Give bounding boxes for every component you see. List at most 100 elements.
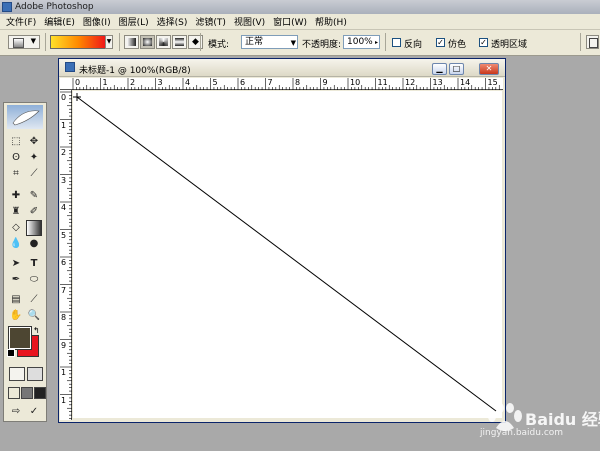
ruler-label: 1 <box>102 78 108 87</box>
minimize-icon: ▁ <box>436 64 443 73</box>
clone-stamp-icon[interactable]: ♜ <box>9 205 23 219</box>
opacity-input[interactable]: 100% ▸ <box>343 35 380 49</box>
menu-image[interactable]: 图像(I) <box>79 15 115 28</box>
close-icon: ✕ <box>485 64 493 73</box>
lasso-tool-icon[interactable]: ʘ <box>9 151 23 165</box>
ruler-label: 2 <box>61 148 67 157</box>
notes-tool-icon[interactable]: ▤ <box>9 293 23 307</box>
radial-gradient-button[interactable] <box>140 35 155 49</box>
reflected-gradient-icon <box>175 38 184 46</box>
zoom-tool-icon[interactable]: 🔍 <box>27 309 41 323</box>
horizontal-ruler[interactable]: 0 1 2 3 4 5 6 7 8 9 10 11 12 13 14 15 <box>60 78 503 90</box>
dither-label: 仿色 <box>448 40 467 50</box>
divider <box>45 33 46 51</box>
gradient-drag-line <box>76 96 497 412</box>
divider <box>200 33 201 51</box>
standard-mode-button[interactable] <box>9 367 25 381</box>
gradient-dropdown-button[interactable]: ▼ <box>105 35 113 49</box>
path-selection-icon[interactable]: ➤ <box>9 257 23 271</box>
menu-edit[interactable]: 编辑(E) <box>40 15 79 28</box>
mode-label: 模式: <box>208 40 230 50</box>
feather-logo <box>7 105 43 129</box>
screen-mode-standard-button[interactable] <box>8 387 20 399</box>
menu-help[interactable]: 帮助(H) <box>311 15 351 28</box>
menu-select[interactable]: 选择(S) <box>153 15 192 28</box>
mode-select[interactable]: 正常 ▼ <box>241 35 298 49</box>
menu-file[interactable]: 文件(F) <box>2 15 40 28</box>
ruler-label: 4 <box>61 203 67 212</box>
menu-view[interactable]: 视图(V) <box>230 15 269 28</box>
close-button[interactable]: ✕ <box>479 63 499 75</box>
swap-colors-icon[interactable]: ↰ <box>33 326 40 335</box>
menu-bar: 文件(F) 编辑(E) 图像(I) 图层(L) 选择(S) 滤镜(T) 视图(V… <box>0 14 600 30</box>
ruler-label: 13 <box>432 78 443 87</box>
chevron-right-icon: ▸ <box>374 39 378 46</box>
image-canvas[interactable] <box>73 91 502 418</box>
opacity-label: 不透明度: <box>302 40 342 50</box>
menu-window[interactable]: 窗口(W) <box>269 15 311 28</box>
crop-tool-icon[interactable]: ⌗ <box>9 167 23 181</box>
quick-mask-button[interactable] <box>27 367 43 381</box>
ruler-label: 15 <box>487 78 498 87</box>
screen-mode-full-button[interactable] <box>34 387 46 399</box>
eraser-tool-icon[interactable]: ◇ <box>9 221 23 235</box>
ruler-label: 6 <box>240 78 246 87</box>
screen-mode-full-menu-button[interactable] <box>21 387 33 399</box>
reverse-label: 反向 <box>404 40 423 50</box>
app-title-bar: Adobe Photoshop <box>0 0 600 14</box>
linear-gradient-button[interactable] <box>124 35 139 49</box>
gradient-preview[interactable] <box>50 35 106 49</box>
ruler-label: 14 <box>460 78 471 87</box>
divider <box>580 33 581 51</box>
ruler-label: 1 <box>61 395 67 405</box>
jump-to-icon[interactable]: ✓ <box>27 405 41 419</box>
healing-brush-icon[interactable]: ✚ <box>9 189 23 203</box>
angle-gradient-icon <box>159 38 168 46</box>
minimize-button[interactable]: ▁ <box>432 63 447 75</box>
angle-gradient-button[interactable] <box>156 35 171 49</box>
transparency-checkbox[interactable]: ✓ <box>479 38 488 47</box>
dodge-tool-icon[interactable]: ● <box>27 237 41 251</box>
pen-tool-icon[interactable]: ✒ <box>9 273 23 287</box>
marquee-tool-icon[interactable]: ⬚ <box>9 135 23 149</box>
dither-checkbox[interactable]: ✓ <box>436 38 445 47</box>
divider <box>385 33 386 51</box>
opacity-value: 100% <box>347 37 373 47</box>
blur-tool-icon[interactable]: 💧 <box>9 237 23 251</box>
gradient-tool-icon[interactable] <box>26 220 42 236</box>
magic-wand-icon[interactable]: ✦ <box>27 151 41 165</box>
default-colors-icon[interactable] <box>7 349 15 357</box>
history-brush-icon[interactable]: ✐ <box>27 205 41 219</box>
linear-gradient-icon <box>127 38 136 46</box>
maximize-icon: □ <box>452 64 461 73</box>
radial-gradient-icon <box>143 38 152 46</box>
crosshair-cursor-icon <box>73 93 81 101</box>
reflected-gradient-button[interactable] <box>172 35 187 49</box>
ruler-label: 8 <box>295 78 301 87</box>
slice-tool-icon[interactable]: ⟋ <box>27 167 41 181</box>
watermark-url: jingyan.baidu.com <box>480 428 564 438</box>
eyedropper-icon[interactable]: ⟋ <box>27 293 41 307</box>
ellipse-tool-icon[interactable]: ⬭ <box>27 273 41 287</box>
diamond-gradient-icon: ◆ <box>192 37 199 47</box>
gradient-tool-icon <box>13 38 24 48</box>
ruler-label: 3 <box>61 175 67 185</box>
imageready-icon[interactable]: ⇨ <box>9 405 23 419</box>
foreground-color-swatch[interactable] <box>8 326 32 350</box>
chevron-down-icon: ▼ <box>30 37 36 45</box>
hand-tool-icon[interactable]: ✋ <box>9 309 23 323</box>
menu-filter[interactable]: 滤镜(T) <box>191 15 230 28</box>
type-tool-icon[interactable]: T <box>27 257 41 271</box>
ruler-label: 9 <box>61 340 67 350</box>
maximize-button[interactable]: □ <box>449 63 464 75</box>
reverse-checkbox[interactable] <box>392 38 401 47</box>
photoshop-icon <box>2 2 12 12</box>
ruler-label: 6 <box>61 258 67 267</box>
vertical-ruler[interactable]: 0 1 2 3 4 5 6 7 8 9 1 1 <box>60 90 72 420</box>
brush-tool-icon[interactable]: ✎ <box>27 189 41 203</box>
move-tool-icon[interactable]: ✥ <box>27 135 41 149</box>
tool-preset-picker[interactable]: ▼ <box>8 35 40 49</box>
menu-layer[interactable]: 图层(L) <box>115 15 153 28</box>
palette-well-button[interactable] <box>586 35 599 49</box>
ruler-label: 1 <box>61 120 67 130</box>
